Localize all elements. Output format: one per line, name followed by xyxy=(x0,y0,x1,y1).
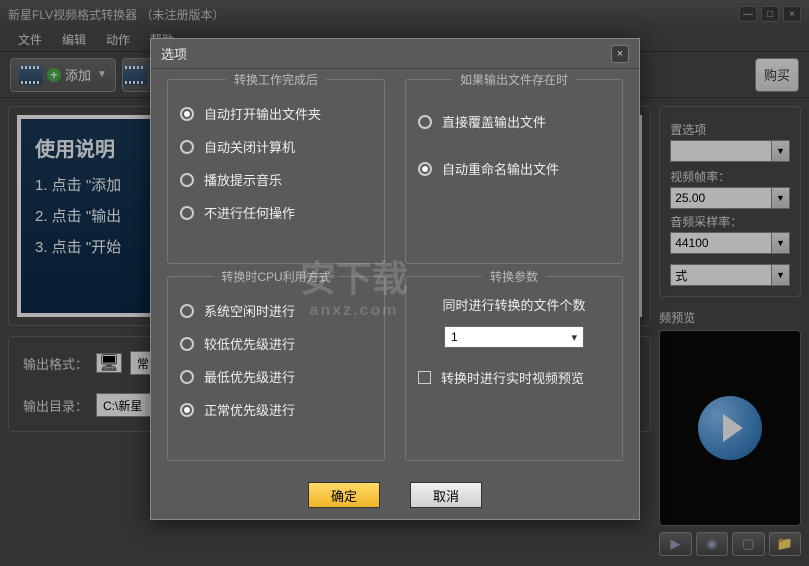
checkbox-icon xyxy=(418,371,431,384)
radio-icon xyxy=(180,403,194,417)
radio-rename[interactable]: 自动重命名输出文件 xyxy=(418,159,610,178)
parallel-label: 同时进行转换的文件个数 xyxy=(418,295,610,314)
radio-icon xyxy=(180,337,194,351)
group-file-exists-legend: 如果输出文件存在时 xyxy=(452,71,576,88)
radio-icon xyxy=(180,140,194,154)
radio-icon xyxy=(418,162,432,176)
dialog-close-button[interactable]: × xyxy=(611,45,629,63)
group-cpu-priority: 转换时CPU利用方式 系统空闲时进行 较低优先级进行 最低优先级进行 正常优先级… xyxy=(167,276,385,461)
radio-idle[interactable]: 系统空闲时进行 xyxy=(180,301,372,320)
dialog-title: 选项 xyxy=(161,44,187,63)
realtime-preview-checkbox[interactable]: 转换时进行实时视频预览 xyxy=(418,368,610,387)
options-dialog: 选项 × 转换工作完成后 自动打开输出文件夹 自动关闭计算机 播放提示音乐 不进… xyxy=(150,38,640,520)
dialog-footer: 确定 取消 xyxy=(151,471,639,519)
radio-shutdown[interactable]: 自动关闭计算机 xyxy=(180,137,372,156)
group-cpu-priority-legend: 转换时CPU利用方式 xyxy=(213,268,338,285)
group-after-conversion: 转换工作完成后 自动打开输出文件夹 自动关闭计算机 播放提示音乐 不进行任何操作 xyxy=(167,79,385,264)
radio-icon xyxy=(180,370,194,384)
radio-lowest[interactable]: 最低优先级进行 xyxy=(180,367,372,386)
radio-icon xyxy=(180,206,194,220)
parallel-count-select[interactable]: 1 xyxy=(444,326,584,348)
radio-do-nothing[interactable]: 不进行任何操作 xyxy=(180,203,372,222)
ok-button[interactable]: 确定 xyxy=(308,482,380,508)
radio-icon xyxy=(180,173,194,187)
radio-icon xyxy=(180,304,194,318)
radio-below-normal[interactable]: 较低优先级进行 xyxy=(180,334,372,353)
radio-open-folder[interactable]: 自动打开输出文件夹 xyxy=(180,104,372,123)
group-conversion-params: 转换参数 同时进行转换的文件个数 1 转换时进行实时视频预览 xyxy=(405,276,623,461)
group-after-conversion-legend: 转换工作完成后 xyxy=(226,71,326,88)
cancel-button[interactable]: 取消 xyxy=(410,482,482,508)
group-file-exists: 如果输出文件存在时 直接覆盖输出文件 自动重命名输出文件 xyxy=(405,79,623,264)
radio-icon xyxy=(418,115,432,129)
radio-normal[interactable]: 正常优先级进行 xyxy=(180,400,372,419)
radio-play-sound[interactable]: 播放提示音乐 xyxy=(180,170,372,189)
radio-overwrite[interactable]: 直接覆盖输出文件 xyxy=(418,112,610,131)
dialog-titlebar: 选项 × xyxy=(151,39,639,69)
radio-icon xyxy=(180,107,194,121)
group-conversion-params-legend: 转换参数 xyxy=(482,268,546,285)
